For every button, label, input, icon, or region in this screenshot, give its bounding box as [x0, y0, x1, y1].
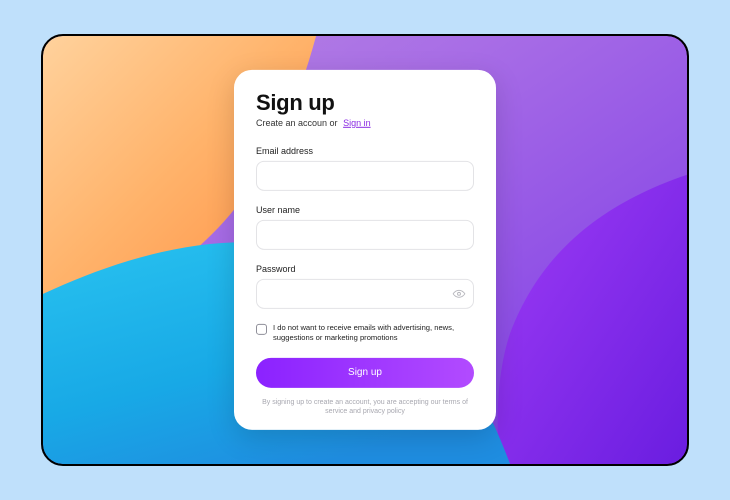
terms-footnote: By signing up to create an account, you …	[256, 397, 474, 416]
email-input[interactable]	[256, 161, 474, 191]
signin-link[interactable]: Sign in	[343, 118, 371, 128]
device-frame: Sign up Create an accoun or Sign in Emai…	[41, 34, 689, 466]
username-input[interactable]	[256, 220, 474, 250]
subtitle: Create an accoun or Sign in	[256, 118, 474, 128]
marketing-optout-checkbox[interactable]	[256, 324, 267, 335]
email-label: Email address	[256, 146, 474, 156]
password-label: Password	[256, 264, 474, 274]
subtitle-text: Create an accoun or	[256, 118, 338, 128]
page-title: Sign up	[256, 90, 474, 116]
signup-card: Sign up Create an accoun or Sign in Emai…	[234, 70, 496, 430]
username-label: User name	[256, 205, 474, 215]
marketing-optout-label: I do not want to receive emails with adv…	[273, 323, 474, 344]
password-input[interactable]	[256, 279, 474, 309]
eye-icon[interactable]	[452, 287, 466, 301]
signup-button[interactable]: Sign up	[256, 357, 474, 387]
